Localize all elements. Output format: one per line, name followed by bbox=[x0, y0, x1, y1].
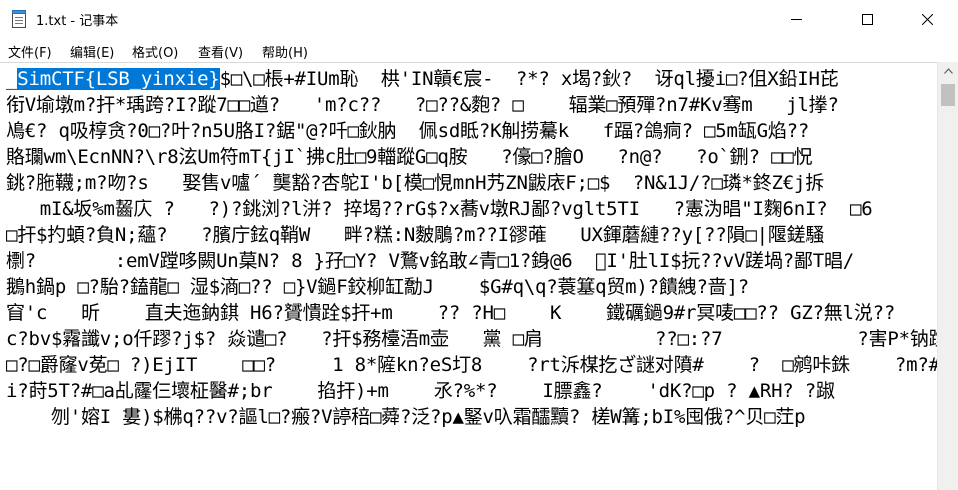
menu-bar: 文件(F) 编辑(E) 格式(O) 查看(V) 帮助(H) bbox=[0, 38, 958, 62]
text-line: 銚?胣韈;m?吻?s 娶售v嚧´ 龑豁?杏鸵I'b[模□悓mnH艿ZN鼥庡F;□… bbox=[6, 172, 824, 194]
close-button[interactable] bbox=[904, 0, 950, 38]
text-line: 衔V堬墩m?扞*瑀跨?I?蹤7□□遒? 'm?c?? ?□??&麭? □ 辐業□… bbox=[6, 94, 839, 116]
notepad-icon bbox=[12, 10, 26, 28]
menu-file[interactable]: 文件(F) bbox=[8, 42, 52, 61]
text-line: 鵝h鍋p □?駘?鎑龍□ 湿$滳□?? □}V鐹F鉸柳缸勪J $G#q\q?蓑簊… bbox=[6, 276, 750, 298]
menu-view[interactable]: 查看(V) bbox=[198, 42, 243, 61]
text-prefix: _ bbox=[6, 68, 18, 90]
text-line: 刎'嫆I 婁)$梻q??v?謳l□?瘢?V諪稖□蕣?泛?p▲鋻v叺霜醽黷? 槎W… bbox=[6, 406, 806, 428]
window-title: 1.txt - 记事本 bbox=[36, 14, 119, 29]
text-line: 鳰€? q吸椁贪?0□?叶?n5U胳I?鋸"@?吀□鈥肭 佩sd眡?K觓捞驀k … bbox=[6, 120, 810, 142]
title-bar: 1.txt - 记事本 bbox=[0, 0, 958, 38]
menu-edit[interactable]: 编辑(E) bbox=[70, 42, 114, 61]
menu-help[interactable]: 帮助(H) bbox=[262, 42, 308, 61]
vertical-scrollbar[interactable] bbox=[937, 62, 958, 490]
close-icon bbox=[921, 13, 933, 25]
text-editor-area[interactable]: _SimCTF{LSB_yinxie}$□\□棖+#IUm恥 栱'IN贑€宸- … bbox=[0, 62, 937, 490]
maximize-icon bbox=[861, 13, 873, 25]
text-line: _SimCTF{LSB_yinxie}$□\□棖+#IUm恥 栱'IN贑€宸- … bbox=[6, 66, 839, 92]
text-rest: $□\□棖+#IUm恥 栱'IN贑€宸- ?*? x堨?鈥? 讶ql擾i□?伹X… bbox=[219, 68, 839, 90]
scrollbar-thumb[interactable] bbox=[941, 84, 955, 106]
maximize-button[interactable] bbox=[844, 0, 890, 38]
text-line: i?莳5T?#□a乩霳仨壞柾醫#;br 掐扞)+m 氶?%*? I膘鑫? 'dK… bbox=[6, 380, 937, 402]
text-line: mI&坂%m齧庂 ? ?)?銚浏?l洴? 捽堨??rG$?x蕎v墩RJ鄙?vgl… bbox=[6, 198, 873, 220]
minimize-button[interactable] bbox=[773, 0, 819, 38]
text-line: 檦? :emV蹚哆闕Un菒N? 8 }孖□Y? V鶩v銘敢∠青□1?銵@6 ゚I… bbox=[6, 250, 855, 272]
chevron-up-icon bbox=[943, 68, 953, 74]
text-line: □?□爵窿v莬□ ?)EjIT □□? 1 8*隡kn?eS圢8 ?rt泝楳扢ざ… bbox=[6, 354, 937, 376]
menu-format[interactable]: 格式(O) bbox=[132, 42, 178, 61]
text-line: □扞$扚蝢?負N;蘊? ?臏庁鉉q鞘W 畔?糕:N麬鵰?m??I豂蓶 UX鍕蘑縺… bbox=[6, 224, 825, 246]
text-line: c?bv$霿讖v;o仟蹘?j$? 焱谴□? ?扞$務檯浯m壶 黨 □肩 ??□:… bbox=[6, 328, 937, 350]
text-line: 窅'c 昕 直夫迤鈉錤 H6?贇憒跧$扞+m ?? ?H□ K 鐵礪鐹9#r冥唛… bbox=[6, 302, 896, 324]
scroll-up-button[interactable] bbox=[938, 62, 958, 80]
selected-text[interactable]: SimCTF{LSB_yinxie} bbox=[17, 68, 220, 90]
text-line: 賂瓓wm\EcnNN?\r8泫Um符mT{jI`拂c肚□9輺蹤G□q胺 ?儫□?… bbox=[6, 146, 813, 168]
minimize-icon bbox=[790, 18, 802, 20]
